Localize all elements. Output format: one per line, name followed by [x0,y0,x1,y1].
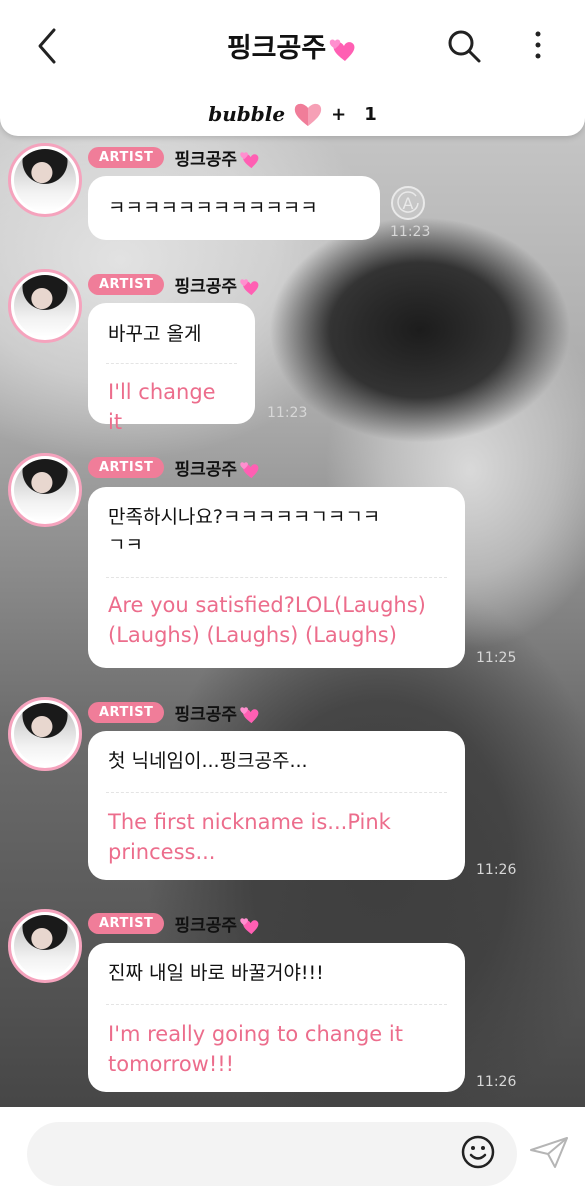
message-time: 11:23 [267,405,308,421]
sender-name-text: 핑크공주 [174,277,237,297]
message-sender: ARTIST 핑크공주 [88,145,261,170]
sender-name: 핑크공주 [174,911,261,936]
chat-title-text: 핑크공주 [226,33,327,64]
chat-header: 핑크공주 bubble + 1 [0,0,585,136]
message-text-translation: I'm really going to change it tomorrow!!… [108,1005,445,1079]
translate-button[interactable]: A [391,186,425,220]
sender-name: 핑크공주 [174,145,261,170]
more-options-button[interactable] [524,26,552,66]
artist-badge: ARTIST [88,913,165,934]
heart-icon [294,103,322,126]
search-icon [448,30,481,63]
sender-name: 핑크공주 [174,272,261,297]
message-time: 11:26 [476,862,517,878]
chat-title: 핑크공주 [0,26,585,65]
message-text-korean: ㅋㅋㅋㅋㅋㅋㅋㅋㅋㅋㅋㅋ [108,197,318,219]
two-hearts-icon [240,918,259,935]
avatar[interactable] [8,453,82,527]
message-time: 11:23 [390,224,431,240]
avatar[interactable] [8,269,82,343]
two-hearts-icon [240,152,259,169]
artist-badge: ARTIST [88,274,165,295]
message-text-translation: The first nickname is...Pink princess... [108,793,445,867]
bubble-count: 1 [364,103,377,125]
message-text-translation-line: tomorrow!!! [108,1052,235,1076]
message-bubble[interactable]: 바꾸고 올게 I'll change it [88,303,255,434]
artist-badge: ARTIST [88,702,165,723]
message-bubble[interactable]: 만족하시나요?ㅋㅋㅋㅋㅋㄱㅋㄱㅋ ㄱㅋ Are you satisfied?LO… [88,487,465,668]
avatar-photo [14,703,76,765]
avatar[interactable] [8,143,82,217]
message-input-bar [0,1107,585,1199]
two-hearts-icon [240,279,259,296]
avatar[interactable] [8,909,82,983]
send-button[interactable] [528,1134,570,1170]
message-text-translation-line: I'm really going to change it [108,1022,403,1046]
sender-name-text: 핑크공주 [174,916,237,936]
message-text-translation: I'll change it [108,380,216,434]
message-sender: ARTIST 핑크공주 [88,455,261,480]
message-text-translation-line: princess... [108,840,216,864]
artist-badge: ARTIST [88,457,165,478]
message-sender: ARTIST 핑크공주 [88,272,261,297]
avatar[interactable] [8,697,82,771]
message-time: 11:26 [476,1074,517,1090]
message-text-translation-line: The first nickname is...Pink [108,810,391,834]
sender-name-text: 핑크공주 [174,150,237,170]
message-text-korean: 첫 닉네임이...핑크공주... [108,750,308,772]
sender-name-text: 핑크공주 [174,460,237,480]
avatar-photo [14,459,76,521]
two-hearts-icon [329,39,355,61]
message-bubble[interactable]: 진짜 내일 바로 바꿀거야!!! I'm really going to cha… [88,943,465,1092]
emoji-icon [461,1135,495,1169]
two-hearts-icon [240,707,259,724]
message-text-translation-line: Are you satisfied?LOL(Laughs) [108,593,426,617]
sender-name-text: 핑크공주 [174,705,237,725]
message-text-translation: Are you satisfied?LOL(Laughs) (Laughs) (… [108,578,445,650]
message-text-korean: 진짜 내일 바로 바꿀거야!!! [108,962,324,984]
artist-badge: ARTIST [88,147,165,168]
bubble-logo-text: bubble [208,102,286,126]
two-hearts-icon [240,462,259,479]
message-text-korean-line: 만족하시나요?ㅋㅋㅋㅋㅋㄱㅋㄱㅋ [108,506,381,528]
message-input[interactable] [27,1122,517,1186]
bubble-subscription-row[interactable]: bubble + 1 [0,98,585,130]
message-sender: ARTIST 핑크공주 [88,911,261,936]
message-time: 11:25 [476,650,517,666]
search-button[interactable] [444,26,484,66]
sender-name: 핑크공주 [174,455,261,480]
message-text-translation-line: (Laughs) (Laughs) (Laughs) [108,623,397,647]
avatar-photo [14,915,76,977]
svg-text:A: A [403,194,414,213]
emoji-button[interactable] [460,1134,496,1170]
message-text-korean: 바꾸고 올게 [108,323,202,345]
bubble-plus: + [331,103,347,125]
avatar-photo [14,275,76,337]
message-text-korean: 만족하시나요?ㅋㅋㅋㅋㅋㄱㅋㄱㅋ ㄱㅋ [108,487,445,577]
send-icon [530,1137,568,1168]
more-vertical-icon [535,31,541,59]
translate-icon: A [397,191,419,213]
message-text-korean-line: ㄱㅋ [108,534,143,556]
message-bubble[interactable]: ㅋㅋㅋㅋㅋㅋㅋㅋㅋㅋㅋㅋ [88,176,380,240]
message-sender: ARTIST 핑크공주 [88,700,261,725]
message-bubble[interactable]: 첫 닉네임이...핑크공주... The first nickname is..… [88,731,465,880]
sender-name: 핑크공주 [174,700,261,725]
avatar-photo [14,149,76,211]
